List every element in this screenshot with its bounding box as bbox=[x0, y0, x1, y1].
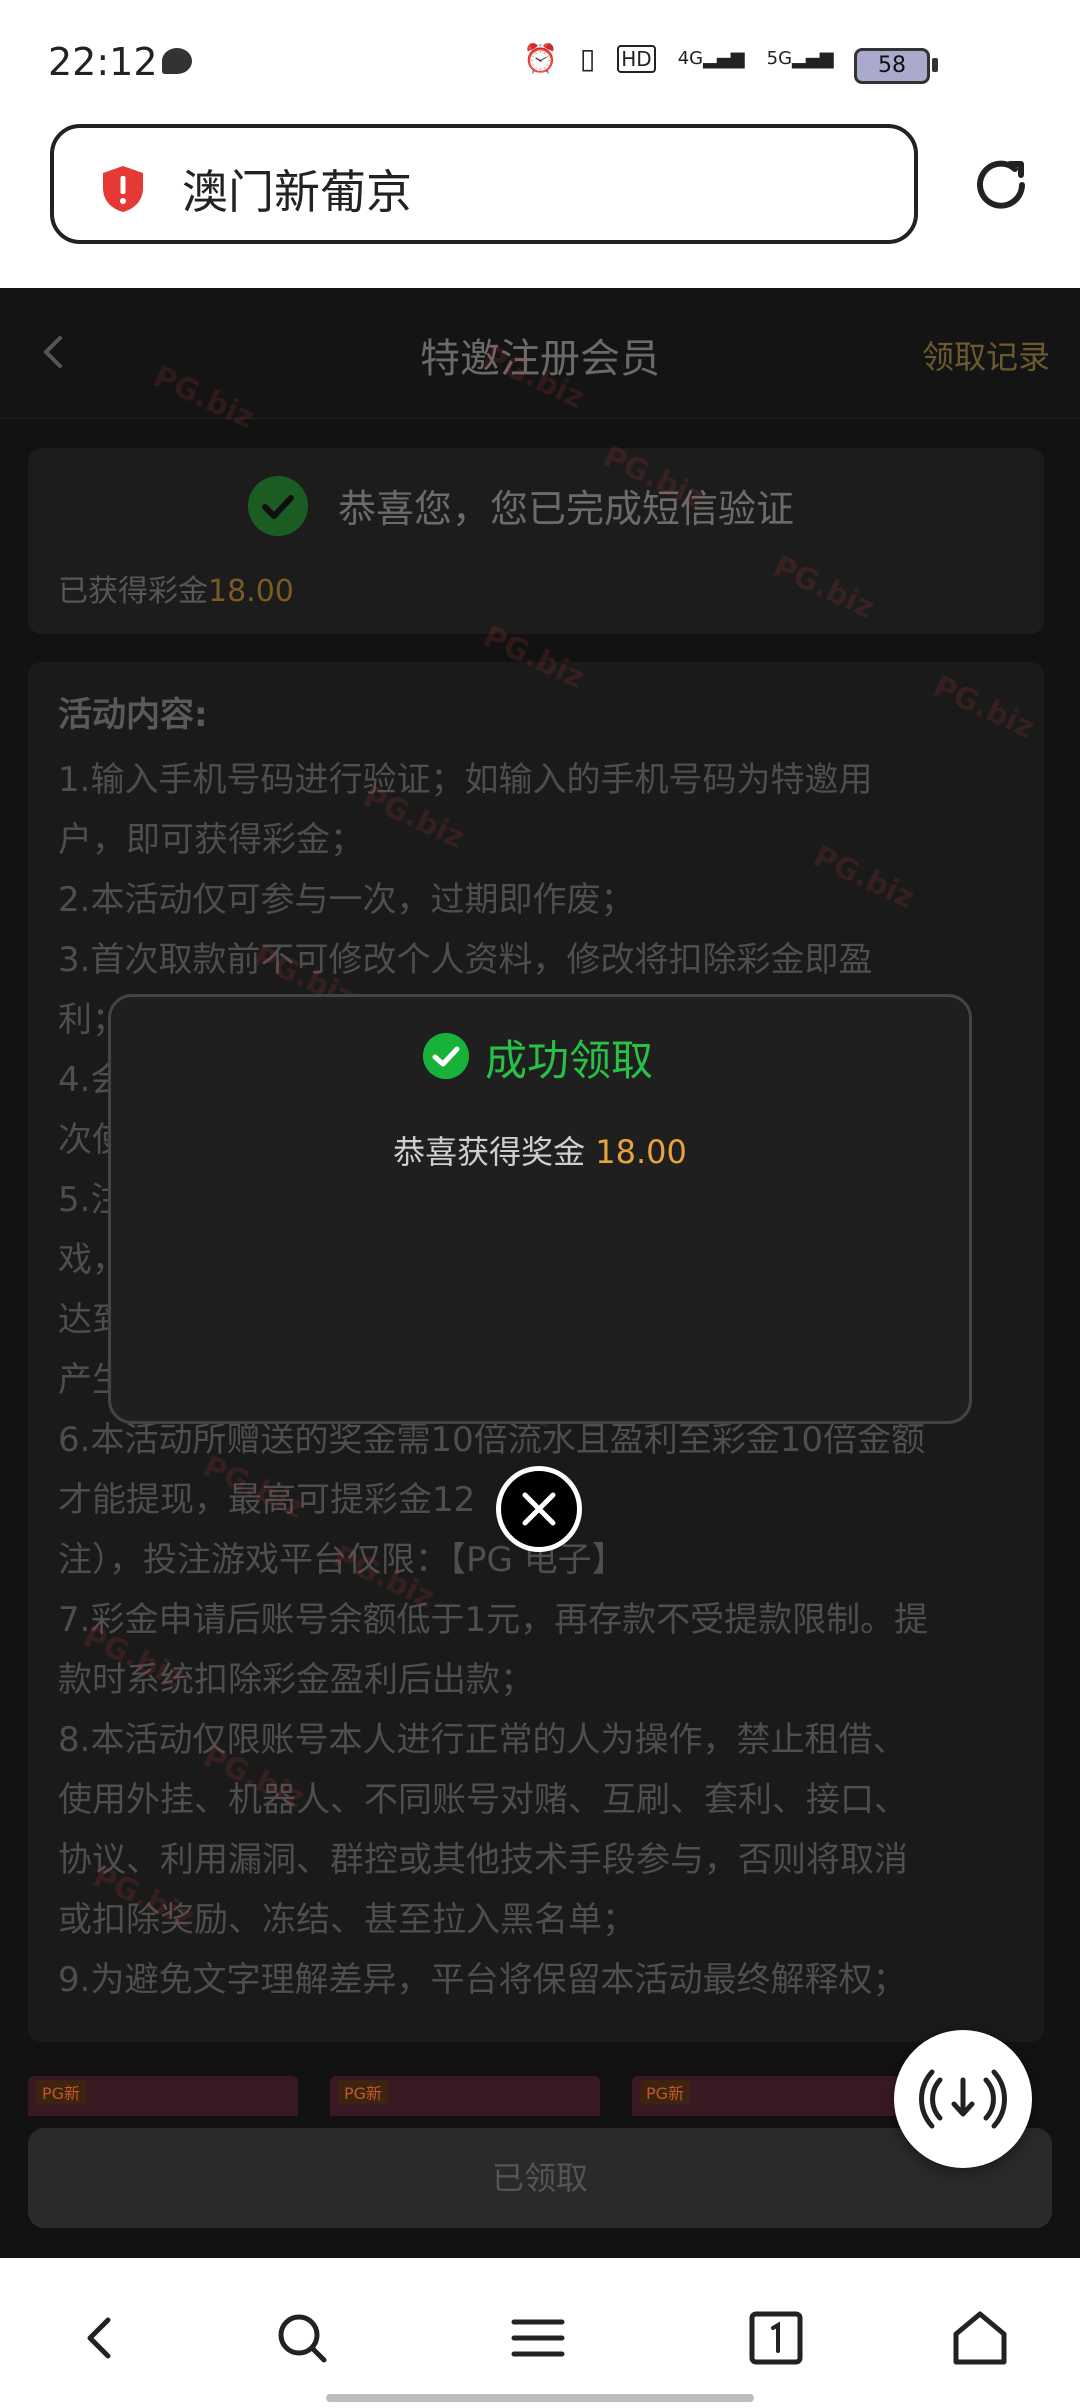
network-4g-label: 4G bbox=[677, 48, 704, 69]
battery-indicator: 58 bbox=[854, 48, 930, 84]
claim-records-link[interactable]: 领取记录 bbox=[922, 332, 1050, 378]
verify-message: 恭喜您，您已完成短信验证 bbox=[338, 487, 795, 531]
status-time: 22:12 bbox=[48, 40, 158, 84]
signal-5g-icon: 5G▂▄▆ bbox=[766, 48, 834, 69]
network-5g-label: 5G bbox=[766, 48, 793, 69]
game-thumbnails: PG新 PG新 PG新 bbox=[28, 2076, 1044, 2116]
success-check-icon bbox=[423, 1033, 469, 1079]
floating-download-button[interactable] bbox=[894, 2030, 1032, 2168]
dialog-message: 恭喜获得奖金 18.00 bbox=[111, 1127, 969, 1173]
menu-icon[interactable] bbox=[508, 2308, 568, 2368]
status-bar: 22:12 ⏰ ▯ HD 4G▂▄▆ 5G▂▄▆ ◠ 58 bbox=[0, 0, 1080, 120]
close-dialog-button[interactable] bbox=[496, 1466, 582, 1552]
activity-line: 或扣除奖励、冻结、甚至拉入黑名单； bbox=[58, 1900, 636, 1940]
game-tag: PG新 bbox=[640, 2080, 691, 2104]
address-text: 澳门新葡京 bbox=[182, 165, 412, 219]
activity-line: 7.彩金申请后账号余额低于1元，再存款不受提款限制。提 bbox=[58, 1600, 929, 1640]
game-thumbnail[interactable]: PG新 bbox=[330, 2076, 600, 2116]
game-tag: PG新 bbox=[338, 2080, 389, 2104]
dialog-amount: 18.00 bbox=[595, 1133, 687, 1171]
verification-card: 恭喜您，您已完成短信验证 已获得彩金18.00 bbox=[28, 448, 1044, 634]
success-dialog: 成功领取 恭喜获得奖金 18.00 bbox=[108, 994, 972, 1424]
activity-line: 款时系统扣除彩金盈利后出款； bbox=[58, 1660, 534, 1700]
dialog-title: 成功领取 bbox=[485, 1036, 654, 1085]
gesture-bar[interactable] bbox=[326, 2394, 754, 2402]
home-icon[interactable] bbox=[950, 2308, 1010, 2368]
activity-line: 9.为避免文字理解差异，平台将保留本活动最终解释权； bbox=[58, 1960, 907, 2000]
message-icon bbox=[162, 48, 192, 74]
vibrate-icon: ▯ bbox=[579, 42, 596, 75]
back-icon[interactable] bbox=[70, 2308, 130, 2368]
signal-4g-icon: 4G▂▄▆ bbox=[677, 48, 745, 69]
alarm-icon: ⏰ bbox=[522, 42, 558, 75]
game-thumbnail[interactable]: PG新 bbox=[632, 2076, 902, 2116]
activity-title: 活动内容: bbox=[58, 695, 208, 735]
activity-line: 使用外挂、机器人、不同账号对赌、互刷、套利、接口、 bbox=[58, 1780, 908, 1820]
activity-line: 3.首次取款前不可修改个人资料，修改将扣除彩金即盈 bbox=[58, 940, 873, 980]
browser-toolbar: 澳门新葡京 bbox=[0, 120, 1080, 288]
battery-nub bbox=[932, 58, 938, 72]
verified-check-icon bbox=[248, 476, 308, 536]
reload-icon[interactable] bbox=[966, 150, 1036, 220]
security-warning-icon bbox=[103, 166, 143, 212]
activity-line: 1.输入手机号码进行验证；如输入的手机号码为特邀用 bbox=[58, 760, 873, 800]
tabs-icon[interactable] bbox=[746, 2308, 806, 2368]
bonus-line: 已获得彩金18.00 bbox=[58, 566, 294, 610]
bonus-label: 已获得彩金 bbox=[58, 574, 208, 609]
download-signal-icon bbox=[919, 2069, 1007, 2129]
hd-icon: HD bbox=[617, 44, 656, 73]
game-thumbnail[interactable]: PG新 bbox=[28, 2076, 298, 2116]
search-icon[interactable] bbox=[272, 2308, 332, 2368]
bonus-amount: 18.00 bbox=[208, 574, 294, 609]
dialog-message-text: 恭喜获得奖金 bbox=[393, 1133, 586, 1171]
address-bar[interactable]: 澳门新葡京 bbox=[50, 124, 918, 244]
game-tag: PG新 bbox=[36, 2080, 87, 2104]
activity-line: 协议、利用漏洞、群控或其他技术手段参与，否则将取消 bbox=[58, 1840, 908, 1880]
browser-nav-bar bbox=[0, 2258, 1080, 2408]
